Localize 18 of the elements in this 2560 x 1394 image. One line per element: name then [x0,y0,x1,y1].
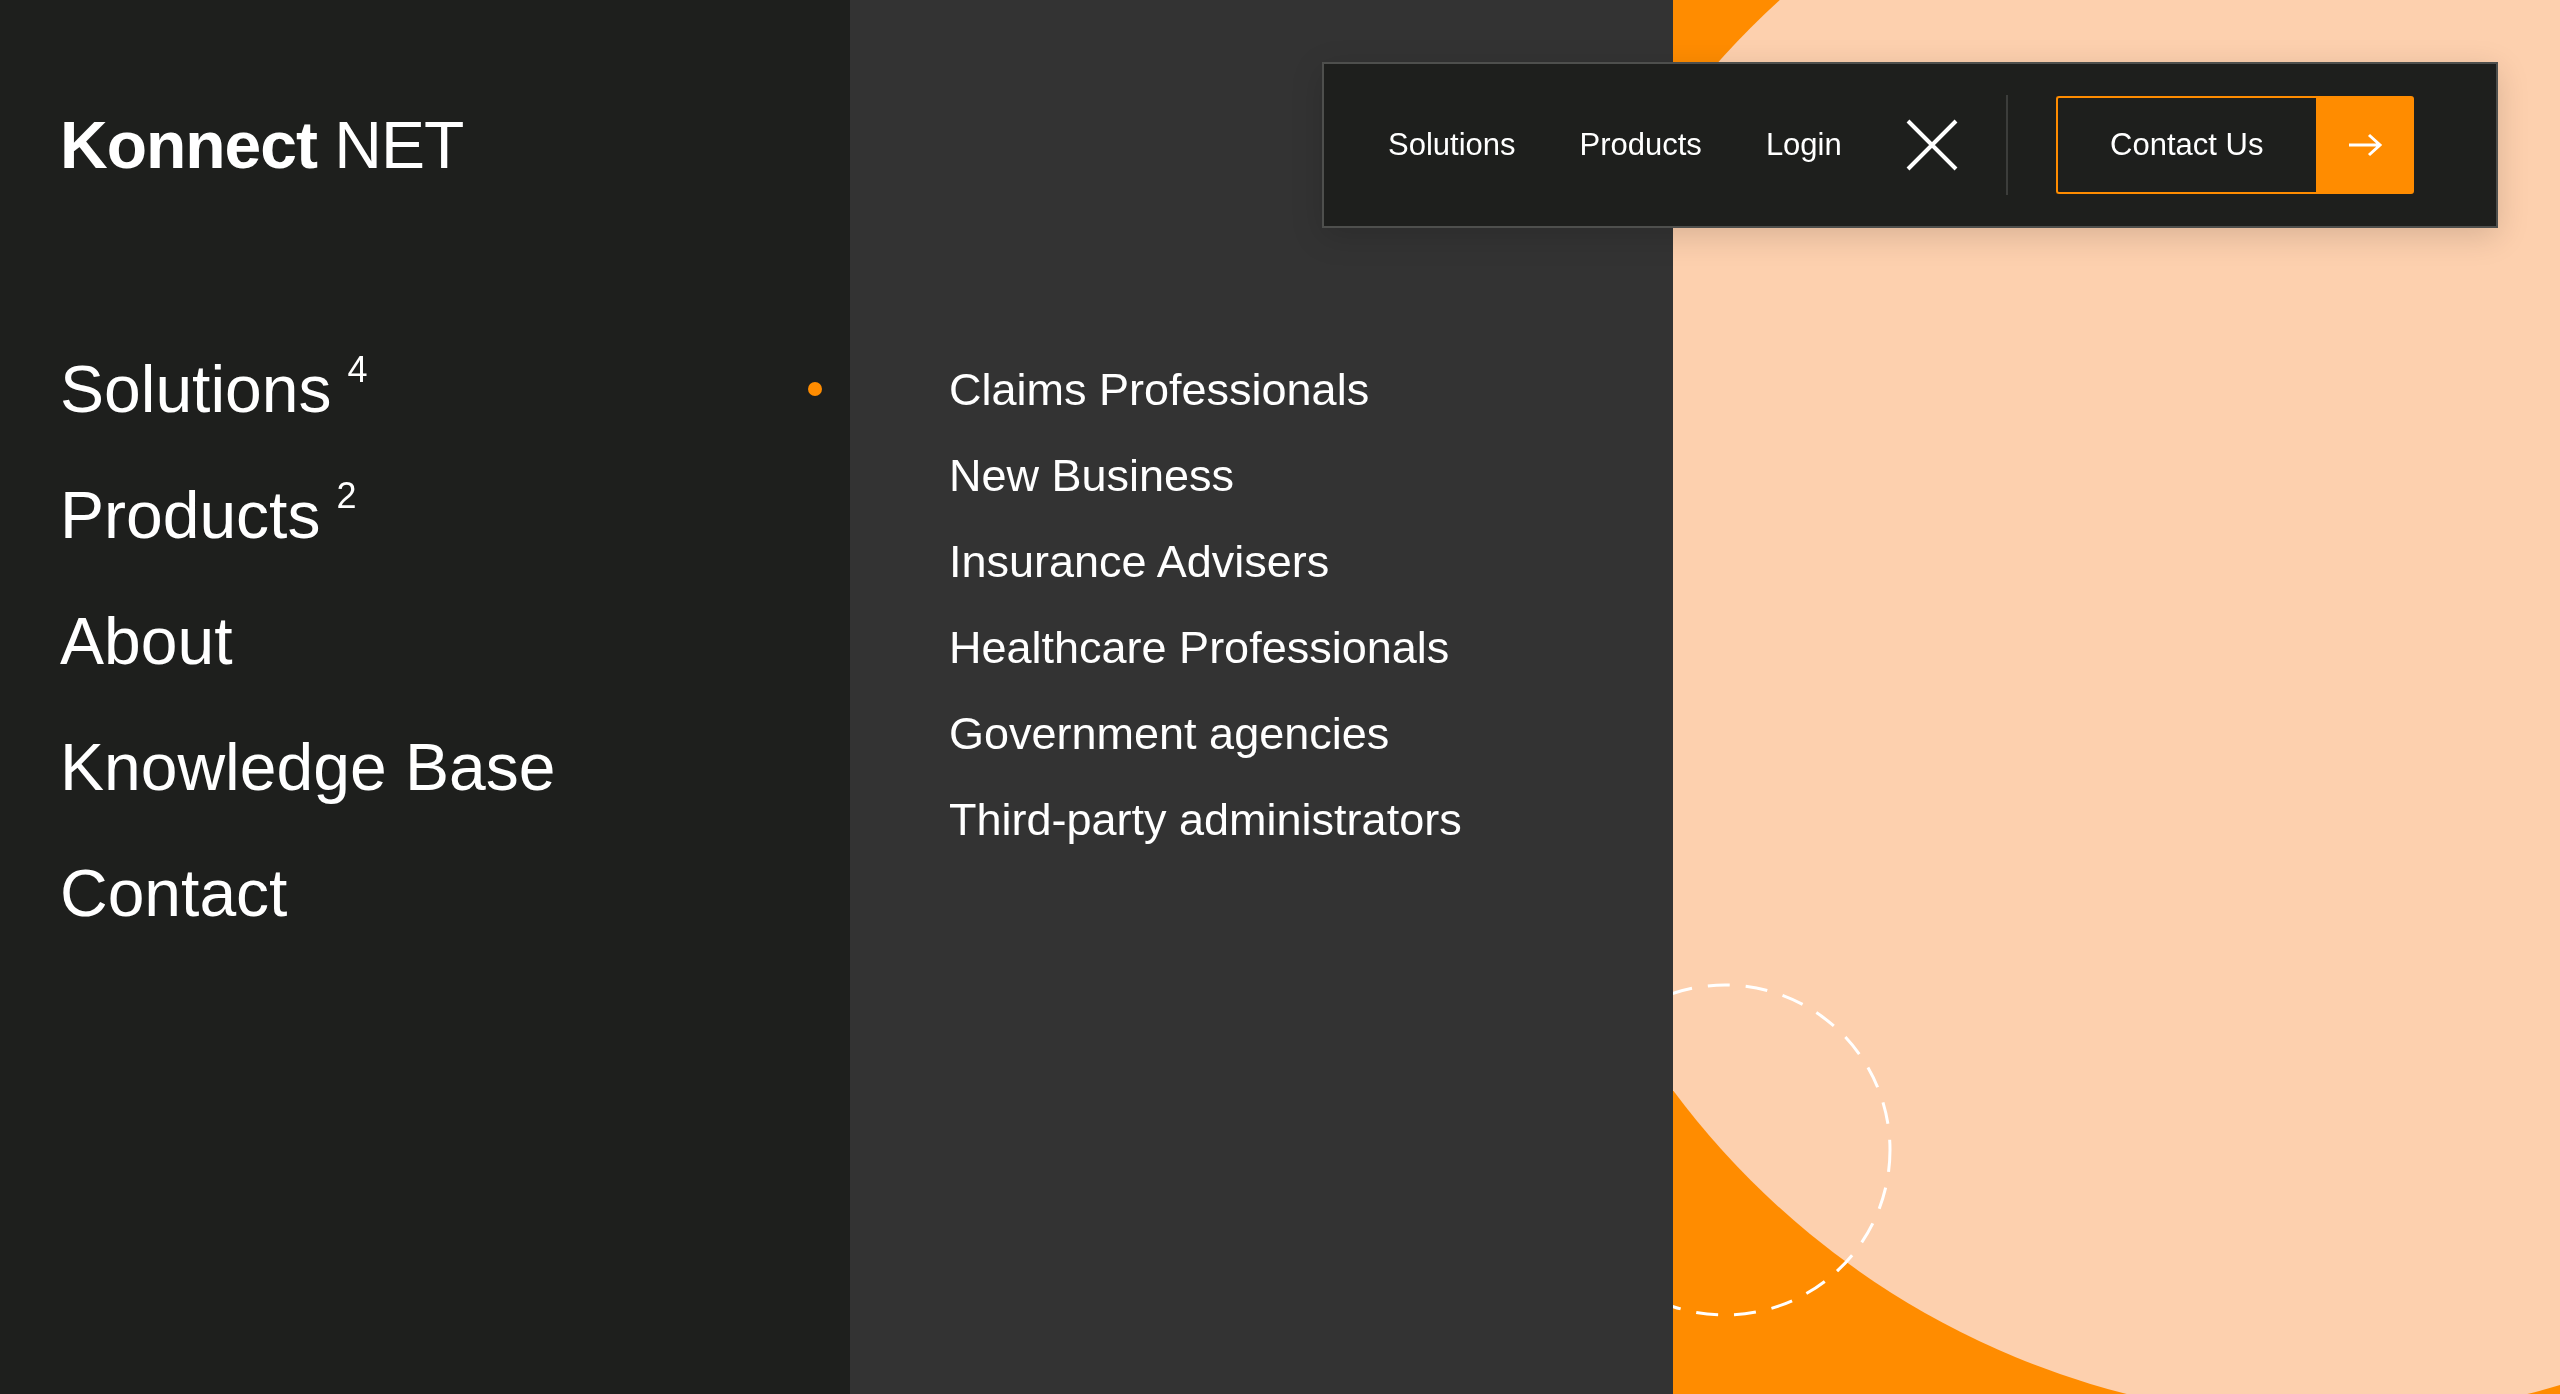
menu-item[interactable]: Knowledge Base [60,726,556,808]
submenu-item[interactable]: Government agencies [949,706,1390,762]
submenu-item[interactable]: Claims Professionals [949,362,1370,418]
logo[interactable]: Konnect NET [60,112,850,178]
submenu-item[interactable]: New Business [949,448,1235,504]
submenu-item[interactable]: Healthcare Professionals [949,620,1450,676]
menu-item[interactable]: Contact [60,852,288,934]
nav-link[interactable]: Solutions [1388,127,1516,163]
menu-item[interactable]: Products $^{2}$ [60,474,357,556]
arrow-icon [2346,133,2383,157]
menu-item[interactable]: About [60,600,233,682]
nav-link[interactable]: Login [1765,127,1842,163]
menu-item[interactable]: Solutions $^{4}$ [60,348,368,430]
submenu-item[interactable]: Third-party administrators [949,792,1462,848]
nav-link[interactable]: Products [1579,127,1702,163]
submenu-item[interactable]: Insurance Advisers [949,534,1330,590]
close-icon[interactable] [1905,119,1958,171]
contact-button[interactable]: Contact Us [2055,96,2316,194]
